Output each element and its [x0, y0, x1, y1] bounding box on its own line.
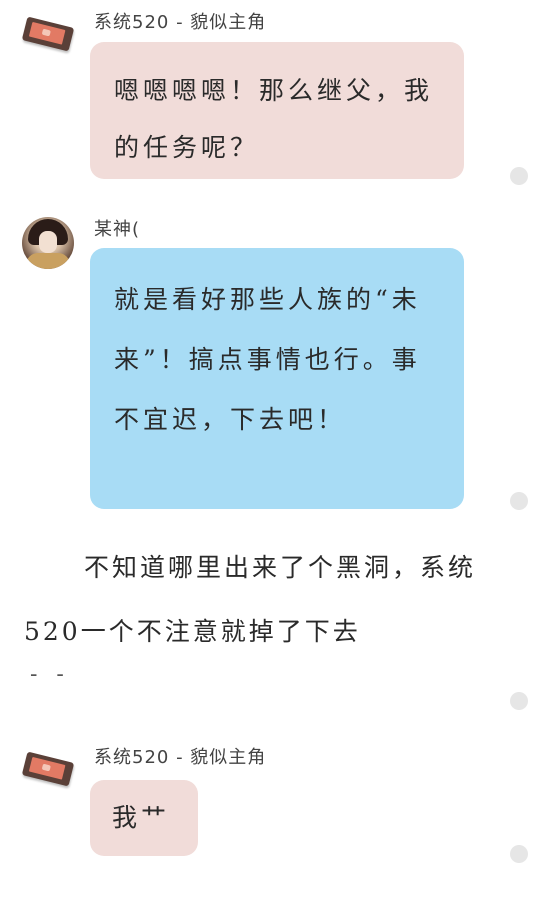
message-bubble[interactable]: 嗯嗯嗯嗯！那么继父，我的任务呢？: [90, 42, 464, 179]
status-dot: [510, 492, 528, 510]
device-avatar-icon[interactable]: [21, 743, 75, 795]
sender-name: 系统520 - 貌似主角: [94, 747, 267, 768]
status-dot: [510, 692, 528, 710]
message-item: 某神( 就是看好那些人族的“未来”！搞点事情也行。事不宜迟，下去吧！: [0, 205, 540, 515]
status-dot: [510, 167, 528, 185]
message-item: 系统520 - 貌似主角 嗯嗯嗯嗯！那么继父，我的任务呢？: [0, 0, 540, 190]
message-bubble[interactable]: 我艹: [90, 780, 198, 856]
sender-name: 某神(: [94, 219, 141, 240]
sender-name: 系统520 - 貌似主角: [94, 12, 267, 33]
message-item: 系统520 - 貌似主角 我艹: [0, 735, 540, 895]
narration-trail: - -: [30, 662, 70, 687]
narration-text: 不知道哪里出来了个黑洞，系统520一个不注意就掉了下去: [24, 553, 477, 646]
status-dot: [510, 845, 528, 863]
device-avatar-icon[interactable]: [21, 8, 75, 60]
message-bubble[interactable]: 就是看好那些人族的“未来”！搞点事情也行。事不宜迟，下去吧！: [90, 248, 464, 509]
character-avatar[interactable]: [22, 217, 74, 269]
